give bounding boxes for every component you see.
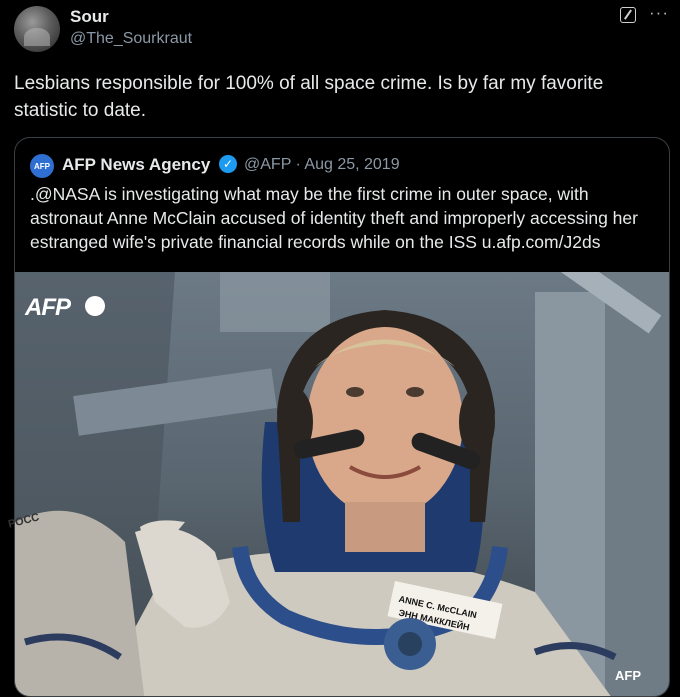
author-display-name[interactable]: Sour <box>70 7 109 27</box>
quoted-tweet-text: .@NASA is investigating what may be the … <box>30 184 638 252</box>
tweet-text: Lesbians responsible for 100% of all spa… <box>14 73 604 121</box>
afp-watermark: AFP <box>25 294 71 321</box>
quoted-author-display-name[interactable]: AFP News Agency <box>62 155 210 175</box>
author-handle[interactable]: @The_Sourkraut <box>70 30 192 48</box>
tweet-header: Sour @The_Sourkraut ··· <box>0 0 680 60</box>
quoted-tweet-photo[interactable]: AFP ANNE C. McCLAIN ЭНН МАККЛЕЙН AFP <box>15 272 669 696</box>
grok-icon[interactable] <box>620 7 636 23</box>
afp-logo-mark <box>85 296 105 316</box>
quoted-tweet[interactable]: AFP AFP News Agency ✓ @AFP · Aug 25, 201… <box>14 137 670 697</box>
quoted-author-meta[interactable]: @AFP · Aug 25, 2019 <box>244 156 400 174</box>
photo-scene <box>15 272 669 696</box>
more-options-icon[interactable]: ··· <box>649 3 669 23</box>
verified-badge-icon: ✓ <box>219 155 237 173</box>
author-avatar[interactable] <box>14 6 60 52</box>
photo-credit: AFP <box>615 668 641 683</box>
quoted-author-avatar[interactable]: AFP <box>30 154 54 178</box>
